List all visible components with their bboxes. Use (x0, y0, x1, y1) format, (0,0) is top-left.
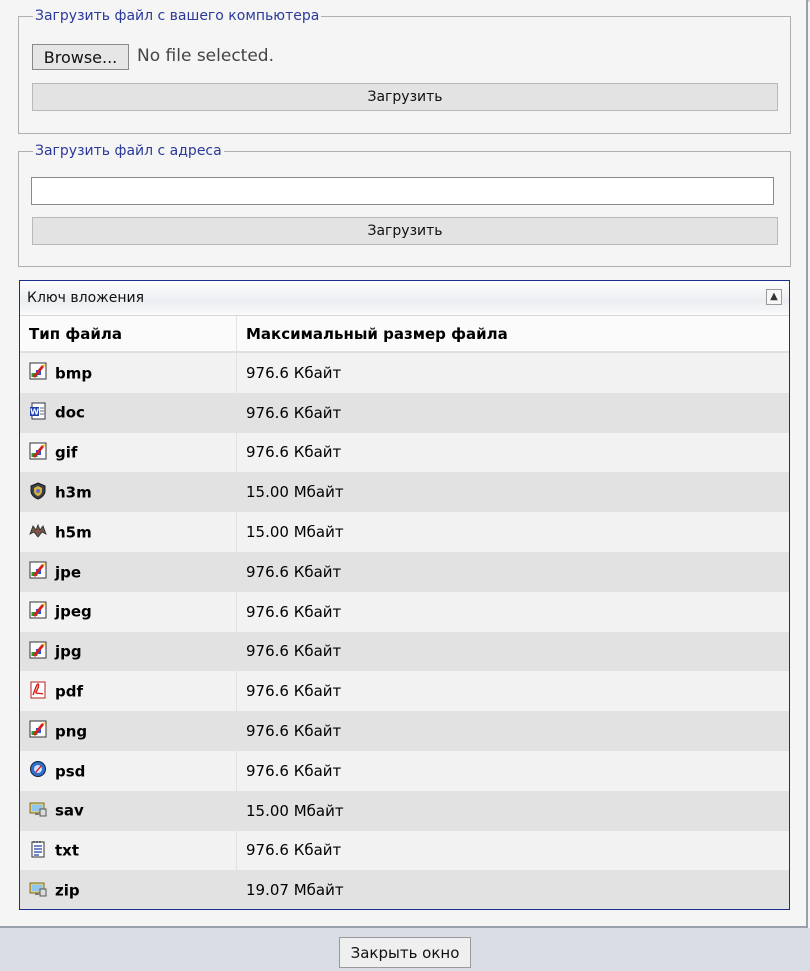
image-icon (29, 561, 47, 579)
file-type-cell: png (20, 711, 237, 751)
file-extension: h5m (55, 523, 92, 542)
file-type-cell: txt (20, 830, 237, 871)
table-row: gif 976.6 Кбайт (20, 432, 789, 473)
table-row: png 976.6 Кбайт (20, 711, 789, 751)
image-icon (29, 362, 47, 380)
no-file-label: No file selected. (137, 46, 274, 66)
panel-header: Ключ вложения ▲ (20, 281, 789, 316)
max-size-cell: 15.00 Мбайт (236, 512, 789, 552)
url-input[interactable] (31, 177, 774, 205)
file-extension: png (55, 722, 88, 741)
file-type-cell: h5m (20, 512, 237, 552)
svg-text:W: W (30, 407, 39, 416)
file-extension: jpeg (55, 602, 92, 621)
creature-icon (29, 521, 47, 539)
file-extension: jpe (55, 563, 82, 582)
file-extension: pdf (55, 682, 84, 701)
close-window-button[interactable]: Закрыть окно (339, 937, 471, 968)
image-icon (29, 720, 47, 738)
max-size-cell: 976.6 Кбайт (236, 711, 789, 751)
browse-button[interactable]: Browse... (32, 44, 129, 70)
column-header-type: Тип файла (20, 316, 237, 353)
table-row: psd 976.6 Кбайт (20, 750, 789, 791)
monitor-icon (29, 880, 47, 898)
collapse-icon[interactable]: ▲ (766, 289, 782, 305)
file-type-cell: h3m (20, 472, 237, 513)
file-extension: bmp (55, 364, 93, 383)
max-size-cell: 976.6 Кбайт (236, 392, 789, 433)
max-size-cell: 976.6 Кбайт (236, 432, 789, 473)
file-type-cell: sav (20, 790, 237, 831)
panel-title: Ключ вложения (27, 290, 145, 306)
file-types-table: Тип файла Максимальный размер файла bmp 9… (20, 316, 789, 909)
pdf-icon (29, 681, 47, 699)
table-row: bmp 976.6 Кбайт (20, 352, 789, 393)
file-type-cell: zip (20, 870, 237, 909)
table-row: jpeg 976.6 Кбайт (20, 591, 789, 632)
file-extension: zip (55, 881, 80, 900)
file-extension: jpg (55, 642, 82, 661)
text-file-icon (29, 840, 47, 858)
column-header-size: Максимальный размер файла (236, 316, 789, 353)
table-header-row: Тип файла Максимальный размер файла (20, 316, 789, 353)
max-size-cell: 976.6 Кбайт (236, 631, 789, 672)
max-size-cell: 976.6 Кбайт (236, 551, 789, 592)
max-size-cell: 976.6 Кбайт (236, 671, 789, 712)
file-extension: gif (55, 443, 78, 462)
file-extension: sav (55, 801, 84, 820)
file-type-cell: jpg (20, 631, 237, 672)
shield-icon (29, 481, 47, 500)
max-size-cell: 15.00 Мбайт (236, 790, 789, 831)
file-type-cell: Wdoc (20, 392, 237, 433)
file-extension: doc (55, 403, 85, 422)
file-extension: psd (55, 762, 86, 781)
table-row: h5m 15.00 Мбайт (20, 512, 789, 552)
psd-icon (29, 760, 47, 778)
max-size-cell: 976.6 Кбайт (236, 591, 789, 632)
image-icon (29, 601, 47, 619)
file-extension: h3m (55, 483, 92, 502)
file-type-cell: psd (20, 750, 237, 791)
file-type-cell: bmp (20, 352, 237, 393)
max-size-cell: 19.07 Мбайт (236, 870, 789, 909)
upload-url-button[interactable]: Загрузить (32, 217, 778, 245)
table-row: zip 19.07 Мбайт (20, 870, 789, 909)
table-row: h3m 15.00 Мбайт (20, 472, 789, 513)
max-size-cell: 976.6 Кбайт (236, 352, 789, 393)
local-upload-legend: Загрузить файл с вашего компьютера (35, 8, 320, 24)
word-doc-icon: W (29, 402, 47, 420)
table-row: pdf 976.6 Кбайт (20, 671, 789, 712)
file-type-cell: jpe (20, 551, 237, 592)
max-size-cell: 15.00 Мбайт (236, 472, 789, 513)
table-row: Wdoc 976.6 Кбайт (20, 392, 789, 433)
table-row: txt 976.6 Кбайт (20, 830, 789, 871)
max-size-cell: 976.6 Кбайт (236, 750, 789, 791)
attachment-key-panel: Ключ вложения ▲ Тип файла Максимальный р… (19, 280, 790, 910)
monitor-icon (29, 800, 47, 818)
upload-local-button[interactable]: Загрузить (32, 83, 778, 111)
file-type-cell: jpeg (20, 591, 237, 632)
file-extension: txt (55, 841, 80, 860)
upload-dialog: Загрузить файл с вашего компьютера Brows… (0, 0, 808, 928)
image-icon (29, 641, 47, 659)
file-type-cell: pdf (20, 671, 237, 712)
url-upload-legend: Загрузить файл с адреса (35, 143, 222, 159)
url-upload-group: Загрузить файл с адреса (18, 143, 791, 267)
table-row: jpe 976.6 Кбайт (20, 551, 789, 592)
max-size-cell: 976.6 Кбайт (236, 830, 789, 871)
local-upload-group: Загрузить файл с вашего компьютера (18, 8, 791, 134)
table-row: sav 15.00 Мбайт (20, 790, 789, 831)
table-row: jpg 976.6 Кбайт (20, 631, 789, 672)
image-icon (29, 442, 47, 460)
file-type-cell: gif (20, 432, 237, 473)
